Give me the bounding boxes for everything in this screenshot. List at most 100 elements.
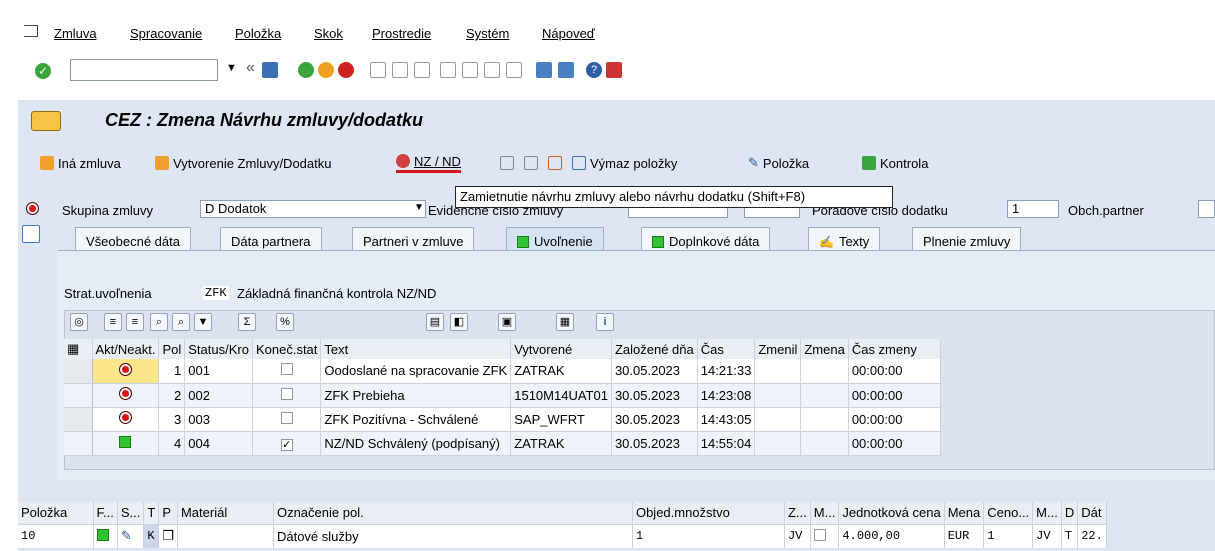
col-currency[interactable]: Mena: [944, 502, 985, 525]
expand-button[interactable]: [500, 153, 514, 173]
row-change[interactable]: [800, 407, 849, 432]
item-checkbox[interactable]: [810, 524, 840, 548]
row-text[interactable]: ZFK Prebieha: [320, 383, 512, 408]
partner-field[interactable]: [1198, 200, 1215, 218]
row-pol[interactable]: 3: [158, 407, 186, 432]
row-created-by[interactable]: ZATRAK: [510, 359, 612, 384]
menu-zmluva[interactable]: Zmluva: [54, 26, 97, 41]
row-selector[interactable]: [64, 407, 93, 432]
row-time[interactable]: 14:23:08: [697, 383, 756, 408]
table-row[interactable]: 10 ✎ K ❐ Dátové služby 1 JV 4.000,00 EUR…: [18, 524, 1107, 548]
row-text[interactable]: ZFK Pozitívna - Schválené: [320, 407, 512, 432]
col-qty[interactable]: Objed.množstvo: [632, 502, 785, 525]
shortcut-icon[interactable]: [558, 62, 574, 78]
item-type[interactable]: K: [143, 524, 160, 548]
row-time[interactable]: 14:43:05: [697, 407, 756, 432]
item-material[interactable]: [177, 524, 274, 548]
row-created-by[interactable]: SAP_WFRT: [510, 407, 612, 432]
table-row[interactable]: 3 003 ZFK Pozitívna - Schválené SAP_WFRT 30.…: [64, 407, 941, 432]
col-change[interactable]: Zmena: [800, 339, 849, 359]
subtotal-icon[interactable]: %: [276, 313, 294, 331]
col-change-time[interactable]: Čas zmeny: [848, 339, 941, 359]
row-pol[interactable]: 1: [158, 359, 186, 384]
col-f[interactable]: F...: [93, 502, 118, 525]
col-d[interactable]: D: [1061, 502, 1079, 525]
row-changed-by[interactable]: [754, 407, 802, 432]
menu-polozka[interactable]: Položka: [235, 26, 281, 41]
filter-icon[interactable]: ▼: [194, 313, 212, 331]
row-selector[interactable]: [64, 431, 93, 456]
nz-nd-button[interactable]: NZ / ND: [396, 153, 461, 173]
row-change[interactable]: [800, 383, 849, 408]
find-icon[interactable]: [392, 62, 408, 78]
item-dat[interactable]: 22.: [1077, 524, 1107, 548]
export-icon[interactable]: ▣: [498, 313, 516, 331]
checkbox-icon[interactable]: [280, 411, 293, 424]
row-change-time[interactable]: 00:00:00: [848, 407, 941, 432]
last-page-icon[interactable]: [506, 62, 522, 78]
menu-system[interactable]: Systém: [466, 26, 509, 41]
find-next-icon[interactable]: [414, 62, 430, 78]
checkbox-icon[interactable]: [280, 387, 293, 400]
info-icon[interactable]: i: [596, 313, 614, 331]
edit-pencil-icon[interactable]: ✎: [117, 524, 145, 548]
col-p[interactable]: P: [158, 502, 178, 525]
menu-napoved[interactable]: Nápoveď: [542, 26, 595, 41]
cancel-icon[interactable]: [338, 62, 354, 78]
row-change-time[interactable]: 00:00:00: [848, 359, 941, 384]
row-changed-by[interactable]: [754, 431, 802, 456]
item-p-icon[interactable]: ❐: [158, 524, 178, 548]
col-price[interactable]: Jednotková cena: [838, 502, 945, 525]
check-button[interactable]: Kontrola: [862, 153, 928, 173]
create-contract-button[interactable]: Vytvorenie Zmluvy/Dodatku: [155, 153, 331, 173]
col-active[interactable]: Akt/Neakt.: [92, 339, 160, 359]
final-checkbox[interactable]: [252, 407, 322, 432]
addendum-field[interactable]: 1: [1007, 200, 1059, 218]
row-pol[interactable]: 2: [158, 383, 186, 408]
item-number[interactable]: 10: [18, 524, 94, 548]
group-dropdown-icon[interactable]: ▼: [414, 202, 424, 213]
sort-asc-icon[interactable]: ≡: [104, 313, 122, 331]
col-t[interactable]: T: [143, 502, 160, 525]
col-dat[interactable]: Dát: [1077, 502, 1107, 525]
table-row[interactable]: 1 001 Oodoslané na spracovanie ZFK ZATRAK 30…: [64, 359, 941, 384]
command-dropdown-icon[interactable]: ▼: [226, 62, 237, 74]
row-change[interactable]: [800, 431, 849, 456]
collapse-button[interactable]: [524, 153, 538, 173]
table-row[interactable]: 4 004 ✓ NZ/ND Schválený (podpísaný) ZATRAK 30…: [64, 431, 941, 456]
item-qty[interactable]: 1: [632, 524, 785, 548]
delete-items-button[interactable]: Výmaz položky: [572, 153, 677, 173]
row-time[interactable]: 14:21:33: [697, 359, 756, 384]
save-icon[interactable]: [262, 62, 278, 78]
tab-fulfillment[interactable]: Plnenie zmluvy: [912, 227, 1022, 251]
item-m[interactable]: JV: [1032, 524, 1062, 548]
tab-additional[interactable]: Doplnkové dáta: [641, 227, 771, 251]
col-status[interactable]: Status/Kro: [184, 339, 253, 359]
tab-partners[interactable]: Partneri v zmluve: [352, 227, 475, 251]
row-status[interactable]: 003: [184, 407, 253, 432]
history-back-icon[interactable]: «: [246, 59, 255, 77]
col-changed-by[interactable]: Zmenil: [754, 339, 802, 359]
col-m2[interactable]: M...: [1032, 502, 1062, 525]
menu-prostredie[interactable]: Prostredie: [372, 26, 431, 41]
row-pol[interactable]: 4: [158, 431, 186, 456]
customize-layout-icon[interactable]: [606, 62, 622, 78]
enter-check-icon[interactable]: ✓: [35, 63, 51, 79]
row-date[interactable]: 30.05.2023: [611, 359, 698, 384]
row-status[interactable]: 004: [184, 431, 253, 456]
print-icon[interactable]: [370, 62, 386, 78]
col-ceno[interactable]: Ceno...: [983, 502, 1034, 525]
row-selector[interactable]: [64, 383, 93, 408]
views-icon[interactable]: ◧: [450, 313, 468, 331]
row-status[interactable]: 001: [184, 359, 253, 384]
final-checkbox[interactable]: [252, 383, 322, 408]
col-pol[interactable]: Pol: [158, 339, 186, 359]
prev-page-icon[interactable]: [462, 62, 478, 78]
command-field[interactable]: [70, 59, 218, 81]
col-time[interactable]: Čas: [697, 339, 756, 359]
row-date[interactable]: 30.05.2023: [611, 431, 698, 456]
col-item[interactable]: Položka: [18, 502, 94, 525]
row-changed-by[interactable]: [754, 359, 802, 384]
item-price[interactable]: 4.000,00: [838, 524, 945, 548]
exit-icon[interactable]: [318, 62, 334, 78]
